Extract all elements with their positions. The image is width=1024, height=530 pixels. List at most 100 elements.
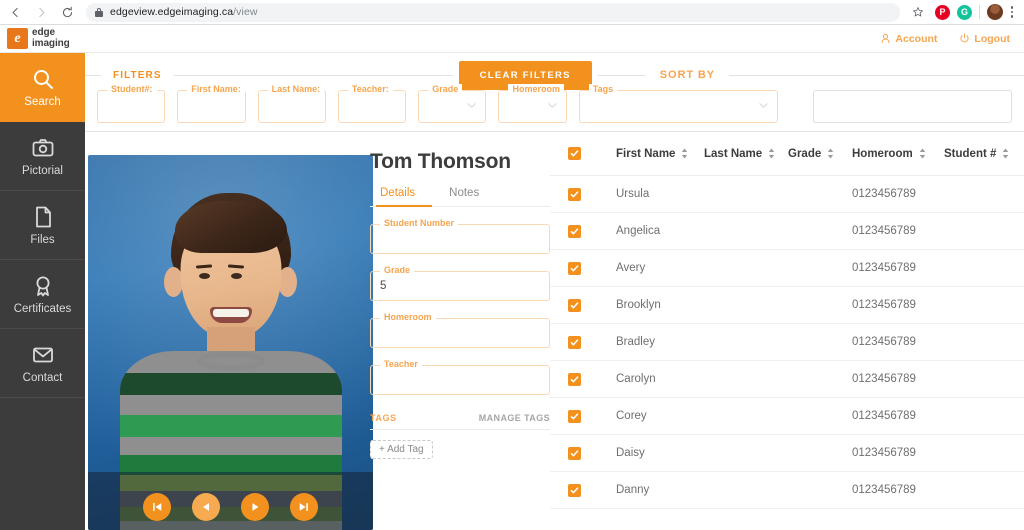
row-select-cell[interactable]: [568, 335, 616, 349]
column-header-first-name[interactable]: First Name: [616, 148, 704, 160]
portrait-collar: [196, 351, 265, 371]
chrome-menu-icon[interactable]: [1003, 3, 1021, 21]
logout-link[interactable]: Logout: [959, 33, 1010, 45]
row-checkbox[interactable]: [568, 409, 581, 423]
manage-tags-link[interactable]: MANAGE TAGS: [479, 413, 550, 423]
table-row[interactable]: Danny 0123456789: [550, 472, 1024, 509]
table-row[interactable]: Ursula 0123456789: [550, 176, 1024, 213]
url-domain: edgeview.edgeimaging.ca: [110, 6, 234, 18]
skip-to-last-icon[interactable]: [290, 493, 318, 521]
column-header-grade[interactable]: Grade: [788, 148, 852, 160]
filter-teacher[interactable]: Teacher:: [337, 84, 407, 123]
teacher-input[interactable]: [338, 91, 406, 122]
sort-by-field[interactable]: [812, 90, 1012, 123]
row-checkbox[interactable]: [568, 187, 581, 201]
filter-first-name[interactable]: First Name:: [177, 84, 246, 123]
select-all-checkbox[interactable]: [568, 147, 581, 160]
tags-select-value[interactable]: [579, 91, 777, 122]
row-checkbox[interactable]: [568, 261, 581, 275]
detail-student-number-input[interactable]: [371, 225, 549, 253]
cell-first-name: Daisy: [616, 447, 645, 459]
row-select-cell[interactable]: [568, 446, 616, 460]
filter-tags[interactable]: Tags: [578, 84, 778, 123]
detail-label: Teacher: [380, 359, 422, 369]
detail-homeroom[interactable]: Homeroom: [370, 312, 550, 348]
sort-by-input[interactable]: [813, 91, 1011, 122]
filter-grade[interactable]: Grade: [418, 84, 487, 123]
profile-avatar-icon[interactable]: [987, 4, 1003, 20]
envelope-icon: [32, 347, 53, 362]
grammarly-extension-icon[interactable]: G: [957, 4, 972, 20]
column-header-last-name[interactable]: Last Name: [704, 148, 788, 160]
row-checkbox[interactable]: [568, 335, 581, 349]
filter-homeroom[interactable]: Homeroom: [498, 84, 567, 123]
student-number-input[interactable]: [98, 91, 165, 122]
pinterest-extension-icon[interactable]: P: [935, 4, 950, 20]
table-row[interactable]: Avery 0123456789: [550, 250, 1024, 287]
tags-section-header: TAGS MANAGE TAGS: [370, 413, 550, 430]
back-arrow-icon[interactable]: [4, 1, 26, 23]
cell-first-name: Angelica: [616, 225, 661, 237]
row-select-cell[interactable]: [568, 298, 616, 312]
row-select-cell[interactable]: [568, 483, 616, 497]
row-select-cell[interactable]: [568, 261, 616, 275]
table-row[interactable]: Angelica 0123456789: [550, 213, 1024, 250]
detail-homeroom-input[interactable]: [371, 319, 549, 347]
detail-grade[interactable]: Grade: [370, 265, 550, 301]
filter-student-number[interactable]: Student#:: [97, 84, 166, 123]
sidebar-item-files[interactable]: Files: [0, 191, 85, 260]
first-name-input[interactable]: [178, 91, 245, 122]
select-all-cell[interactable]: [568, 147, 616, 160]
bookmark-star-icon[interactable]: [908, 2, 928, 22]
row-select-cell[interactable]: [568, 409, 616, 423]
filter-last-name[interactable]: Last Name:: [257, 84, 326, 123]
sort-arrows-icon: [682, 148, 688, 159]
chevron-down-icon[interactable]: [548, 103, 557, 108]
row-select-cell[interactable]: [568, 372, 616, 386]
previous-icon[interactable]: [192, 493, 220, 521]
cell-first-name: Ursula: [616, 188, 650, 200]
student-photo-panel[interactable]: [88, 155, 373, 530]
column-header-student-number[interactable]: Student #: [944, 148, 1024, 160]
last-name-input[interactable]: [258, 91, 325, 122]
chevron-down-icon[interactable]: [759, 103, 768, 108]
filter-label: Student#:: [107, 84, 157, 94]
sidebar-item-contact[interactable]: Contact: [0, 329, 85, 398]
detail-teacher[interactable]: Teacher: [370, 359, 550, 395]
cell-first-name: Bradley: [616, 336, 655, 348]
column-header-homeroom[interactable]: Homeroom: [852, 148, 944, 160]
sidebar-item-certificates[interactable]: Certificates: [0, 260, 85, 329]
detail-student-number[interactable]: Student Number: [370, 218, 550, 254]
table-row[interactable]: Daisy 0123456789: [550, 435, 1024, 472]
row-checkbox[interactable]: [568, 224, 581, 238]
row-checkbox[interactable]: [568, 446, 581, 460]
forward-arrow-icon[interactable]: [30, 1, 52, 23]
sidebar-item-pictorial[interactable]: Pictorial: [0, 122, 85, 191]
reload-icon[interactable]: [56, 1, 78, 23]
add-tag-button[interactable]: + Add Tag: [370, 440, 433, 459]
table-row[interactable]: Bradley 0123456789: [550, 324, 1024, 361]
row-select-cell[interactable]: [568, 224, 616, 238]
table-row[interactable]: Carolyn 0123456789: [550, 361, 1024, 398]
sidebar-item-search[interactable]: Search: [0, 53, 85, 122]
portrait-fringe: [174, 201, 287, 253]
table-row[interactable]: Brooklyn 0123456789: [550, 287, 1024, 324]
address-bar[interactable]: edgeview.edgeimaging.ca/view: [86, 2, 900, 22]
edge-imaging-logo[interactable]: e edge imaging: [7, 27, 70, 49]
row-checkbox[interactable]: [568, 298, 581, 312]
detail-teacher-input[interactable]: [371, 366, 549, 394]
column-label: First Name: [616, 147, 676, 160]
chevron-down-icon[interactable]: [467, 103, 477, 108]
detail-grade-input[interactable]: [371, 272, 549, 300]
account-link[interactable]: Account: [880, 33, 937, 45]
play-icon[interactable]: [241, 493, 269, 521]
row-checkbox[interactable]: [568, 372, 581, 386]
header-actions: Account Logout: [880, 33, 1010, 45]
row-select-cell[interactable]: [568, 187, 616, 201]
table-row[interactable]: Corey 0123456789: [550, 398, 1024, 435]
tab-notes[interactable]: Notes: [449, 187, 479, 206]
skip-to-first-icon[interactable]: [143, 493, 171, 521]
row-checkbox[interactable]: [568, 483, 581, 497]
filter-label: Homeroom: [508, 84, 564, 94]
tab-details[interactable]: Details: [380, 187, 415, 206]
